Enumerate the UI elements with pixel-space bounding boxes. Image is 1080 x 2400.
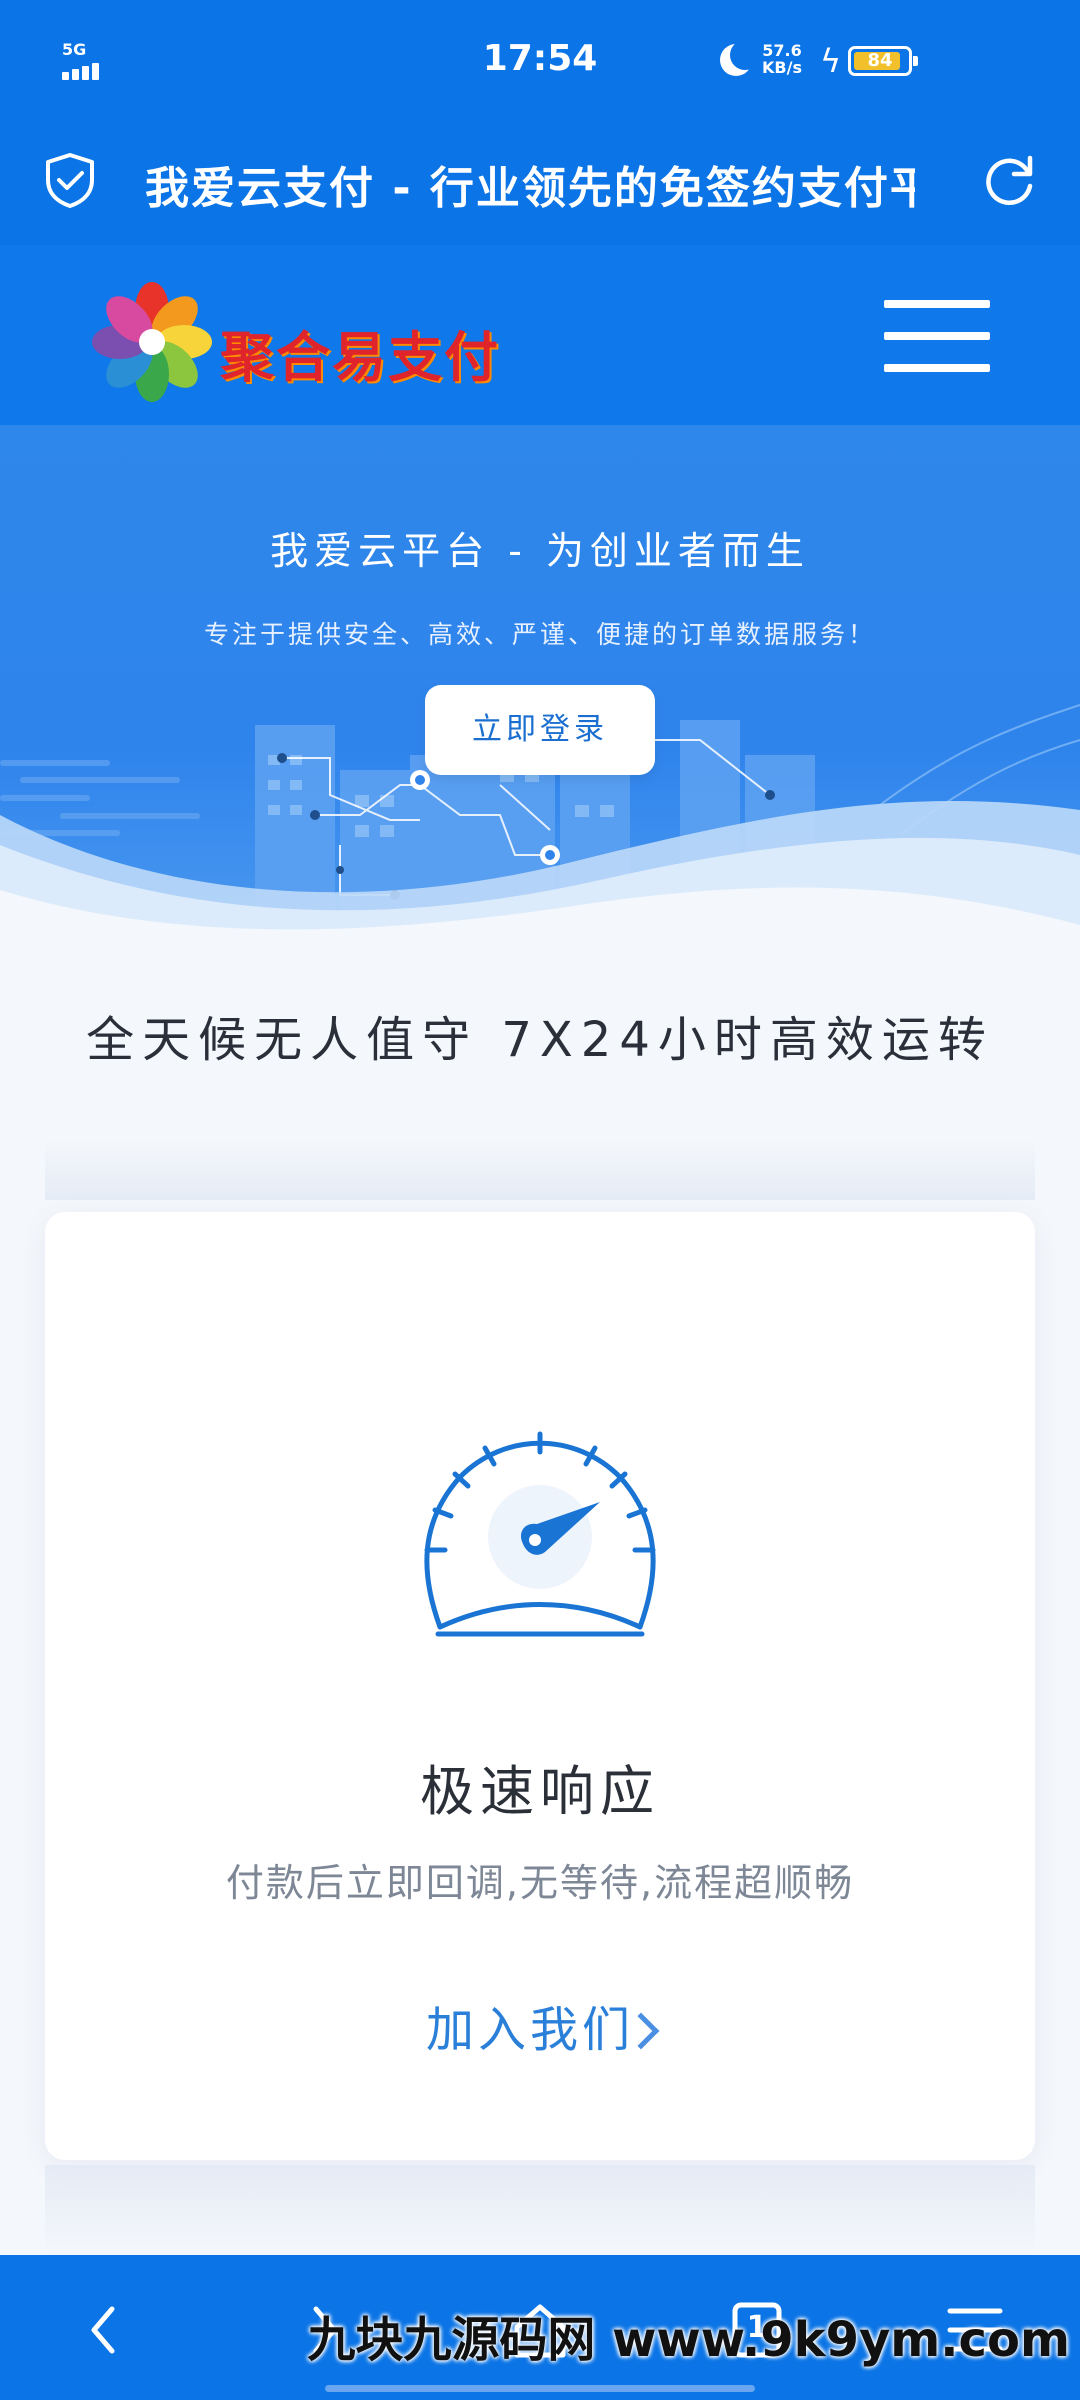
battery-level: 84 <box>867 50 893 71</box>
speed-unit: KB/s <box>762 58 802 77</box>
feature-card: 极速响应 付款后立即回调,无等待,流程超顺畅 加入我们 <box>45 1212 1035 2160</box>
join-us-link[interactable]: 加入我们 <box>45 1990 1035 2060</box>
card-shadow <box>45 1140 1035 1200</box>
menu-line <box>884 332 990 340</box>
shield-check-icon[interactable] <box>40 150 100 210</box>
card-description: 付款后立即回调,无等待,流程超顺畅 <box>225 1861 855 1905</box>
speed-value: 57.6 <box>762 41 802 60</box>
card-title: 极速响应 <box>420 1760 660 1823</box>
next-card-fade <box>45 2165 1035 2255</box>
site-logo[interactable]: 聚合易支付 <box>90 282 510 405</box>
charging-icon: ϟ <box>820 42 842 80</box>
browser-top-bar: 5G 17:54 57.6 KB/s ϟ 84 我爱云支付 - 行业领先的免签约… <box>0 0 1080 245</box>
hamburger-menu-icon[interactable] <box>884 300 990 372</box>
hero-title: 我爱云平台 - 为创业者而生 <box>270 529 810 573</box>
network-speed: 57.6 KB/s <box>762 42 802 76</box>
section-title: 全天候无人值守 7X24小时高效运转 <box>86 1012 994 1068</box>
menu-line <box>884 364 990 372</box>
refresh-icon[interactable] <box>980 150 1040 210</box>
login-button[interactable]: 立即登录 <box>425 685 655 775</box>
status-bar: 5G 17:54 57.6 KB/s ϟ 84 <box>0 0 1080 120</box>
status-icons: 57.6 KB/s ϟ 84 <box>720 40 940 80</box>
address-bar[interactable]: 我爱云支付 - 行业领先的免签约支付平台 <box>0 130 1080 230</box>
back-icon[interactable] <box>70 2295 140 2365</box>
watermark: 九块九源码网 www.9k9ym.com <box>307 2312 1070 2368</box>
speedometer-icon <box>424 1431 656 1637</box>
hero-banner: 我爱云平台 - 为创业者而生 专注于提供安全、高效、严谨、便捷的订单数据服务！ … <box>0 425 1080 965</box>
logo-text: 聚合易支付 <box>220 326 500 389</box>
site-header: 聚合易支付 <box>0 245 1080 425</box>
join-us-label[interactable]: 加入我们 <box>426 2002 634 2058</box>
do-not-disturb-icon <box>720 40 760 76</box>
battery-icon: 84 <box>848 46 918 76</box>
page-title[interactable]: 我爱云支付 - 行业领先的免签约支付平台 <box>145 152 915 208</box>
flower-logo-icon <box>92 282 212 402</box>
home-indicator[interactable] <box>325 2385 755 2392</box>
hero-subtitle: 专注于提供安全、高效、严谨、便捷的订单数据服务！ <box>203 620 876 649</box>
menu-line <box>884 300 990 308</box>
